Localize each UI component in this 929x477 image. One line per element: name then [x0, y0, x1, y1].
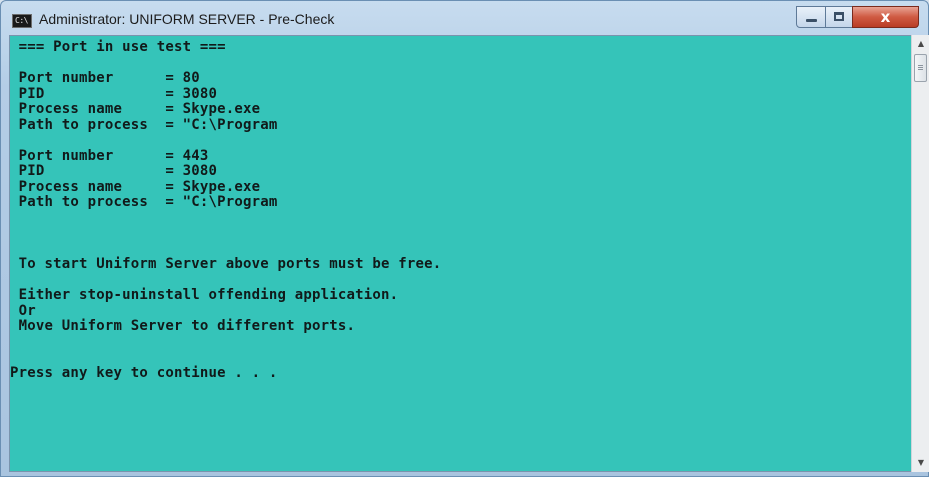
console-window: C:\ Administrator: UNIFORM SERVER - Pre-…	[0, 0, 929, 477]
console-line: Port number = 443	[10, 147, 209, 164]
console-line: Move Uniform Server to different ports.	[10, 318, 356, 334]
console-line: Path to process = "C:\Program	[10, 116, 278, 133]
console-line: PID = 3080	[10, 163, 218, 179]
console-line: To start Uniform Server above ports must…	[10, 256, 442, 272]
scroll-down-icon[interactable]: ▼	[912, 454, 929, 472]
console-icon[interactable]: C:\	[12, 14, 32, 28]
close-button[interactable]: x	[852, 6, 919, 28]
console-line: Or	[10, 302, 36, 319]
console-output[interactable]: === Port in use test === Port number = 8…	[9, 35, 921, 472]
title-bar[interactable]: C:\ Administrator: UNIFORM SERVER - Pre-…	[1, 1, 928, 35]
maximize-button[interactable]	[825, 6, 853, 28]
console-line: Either stop-uninstall offending applicat…	[10, 287, 399, 303]
console-line: Port number = 80	[10, 70, 200, 86]
scroll-up-icon[interactable]: ▲	[912, 35, 929, 53]
scroll-grip-icon	[918, 65, 923, 66]
console-line: Path to process = "C:\Program	[10, 194, 278, 210]
close-icon: x	[880, 8, 891, 26]
console-icon-label: C:\	[15, 16, 28, 25]
console-line: PID = 3080	[10, 85, 218, 102]
scroll-thumb[interactable]	[914, 54, 927, 82]
console-text: === Port in use test === Port number = 8…	[10, 39, 442, 381]
console-line: Process name = Skype.exe	[10, 101, 261, 117]
minimize-button[interactable]	[796, 6, 826, 28]
window-title: Administrator: UNIFORM SERVER - Pre-Chec…	[39, 11, 335, 27]
console-line: === Port in use test ===	[10, 39, 226, 55]
minimize-icon	[806, 19, 817, 22]
console-line: Press any key to continue . . .	[10, 364, 278, 381]
console-line: Process name = Skype.exe	[10, 178, 261, 195]
vertical-scrollbar[interactable]: ▲ ▼	[911, 35, 929, 472]
maximize-icon	[834, 12, 844, 21]
